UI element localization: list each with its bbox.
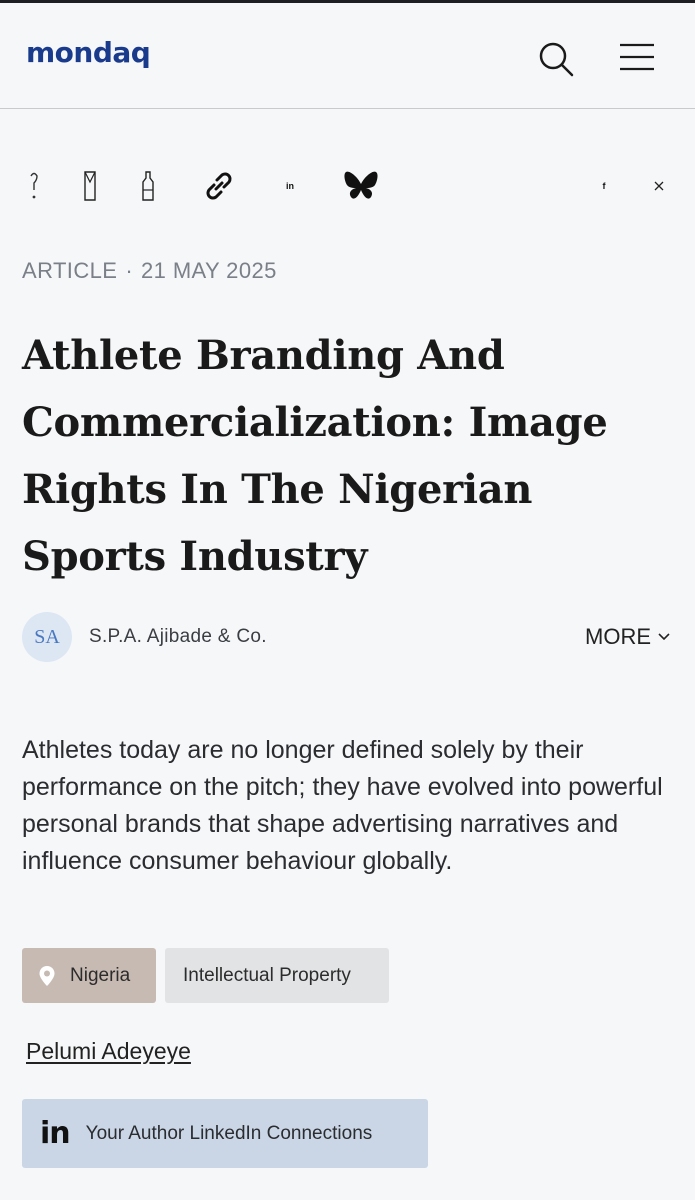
share-bar: in f — [0, 162, 695, 212]
linkedin-connections-label: Your Author LinkedIn Connections — [85, 1122, 373, 1144]
x-icon[interactable] — [652, 176, 666, 196]
glass-icon[interactable] — [82, 168, 98, 204]
linkedin-connections-button[interactable]: in Your Author LinkedIn Connections — [22, 1099, 428, 1168]
more-label: MORE — [585, 624, 651, 649]
article-title: Athlete Branding And Commercialization: … — [22, 332, 608, 580]
question-icon[interactable] — [26, 168, 42, 204]
location-pin-icon — [39, 965, 55, 986]
article-date: 21 MAY 2025 — [141, 258, 277, 283]
article-type: ARTICLE — [22, 258, 118, 283]
more-button[interactable]: MORE — [585, 624, 671, 650]
article-meta: ARTICLE · 21 MAY 2025 — [22, 258, 277, 284]
tag-country-label: Nigeria — [70, 964, 131, 986]
linkedin-share-icon[interactable]: in — [282, 176, 298, 196]
search-icon[interactable] — [536, 39, 576, 79]
bluesky-icon[interactable] — [342, 168, 380, 204]
tag-topic-label: Intellectual Property — [183, 964, 351, 986]
tag-country[interactable]: Nigeria — [22, 948, 156, 1003]
mondaq-logo[interactable]: mondaq — [26, 36, 151, 69]
author-link[interactable]: Pelumi Adeyeye — [26, 1038, 191, 1065]
tag-topic[interactable]: Intellectual Property — [165, 948, 389, 1003]
firm-name[interactable]: S.P.A. Ajibade & Co. — [89, 626, 267, 648]
facebook-icon[interactable]: f — [598, 176, 610, 196]
site-header: mondaq — [0, 3, 695, 109]
firm-avatar[interactable]: SA — [22, 612, 72, 662]
meta-separator: · — [125, 258, 134, 283]
bottle-icon[interactable] — [140, 168, 156, 204]
hamburger-menu-icon[interactable] — [617, 41, 657, 73]
link-icon[interactable] — [200, 168, 238, 204]
linkedin-icon: in — [40, 1116, 71, 1151]
chevron-down-icon — [658, 633, 670, 641]
article-lead: Athletes today are no longer defined sol… — [22, 736, 663, 875]
